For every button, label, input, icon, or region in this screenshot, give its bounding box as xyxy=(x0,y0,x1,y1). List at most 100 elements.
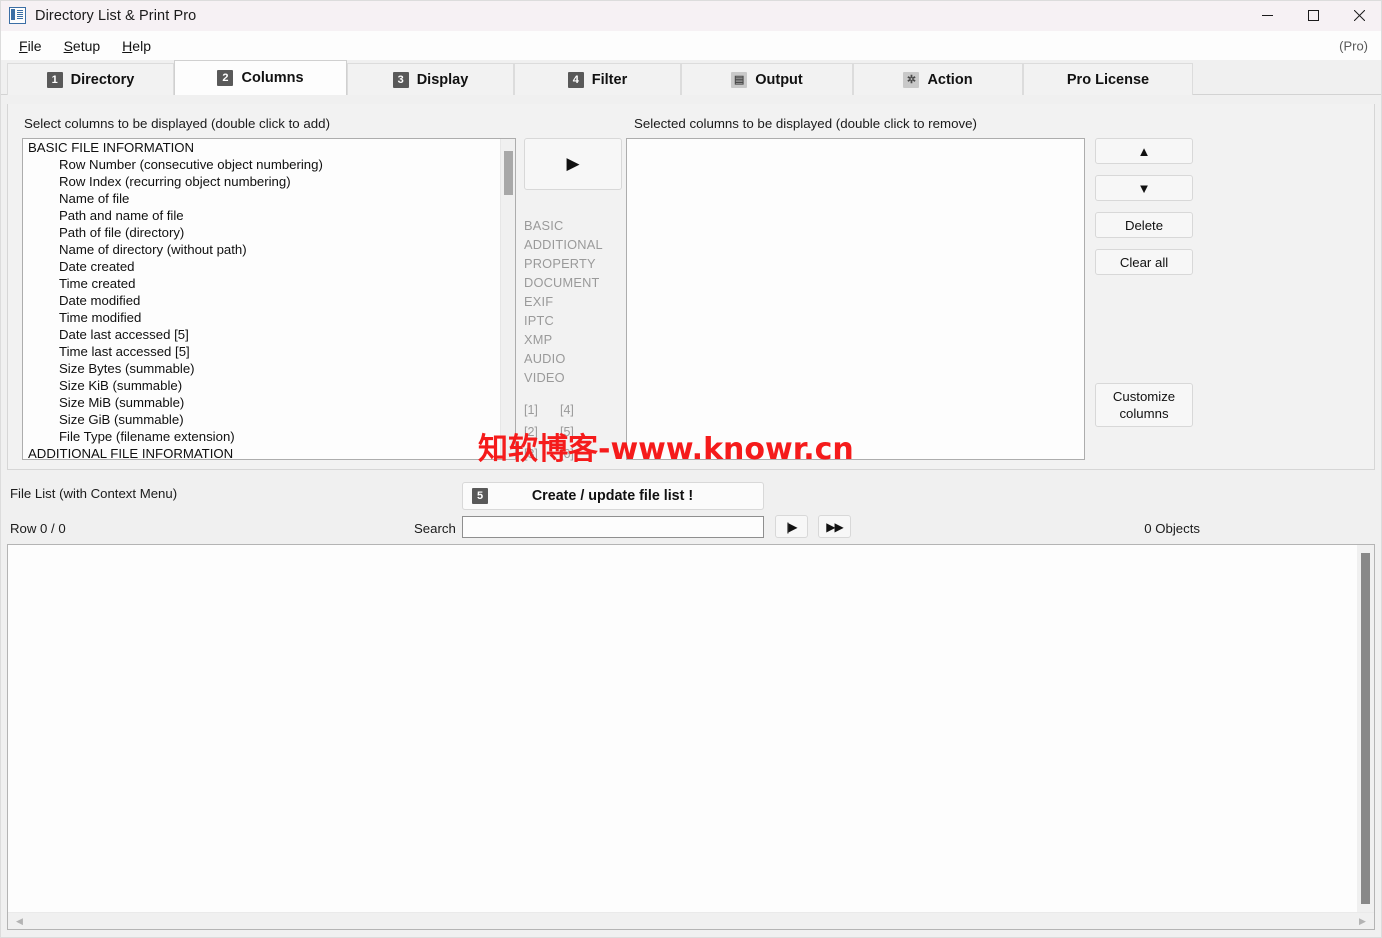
menu-setup[interactable]: Setup xyxy=(53,35,112,57)
available-column-item[interactable]: Row Index (recurring object numbering) xyxy=(23,173,500,190)
available-columns-items: BASIC FILE INFORMATION Row Number (consec… xyxy=(23,139,500,459)
tab-filter[interactable]: 4 Filter xyxy=(514,63,681,95)
available-column-item[interactable]: Path of file (directory) xyxy=(23,224,500,241)
menu-help-accel: H xyxy=(122,37,133,54)
tab-action-label: Action xyxy=(927,71,973,88)
available-column-item[interactable]: Name of directory (without path) xyxy=(23,241,500,258)
category-additional[interactable]: ADDITIONAL xyxy=(524,235,622,254)
footnote-ref-1[interactable]: [1] xyxy=(524,399,546,421)
menu-file-accel: F xyxy=(19,37,28,54)
category-property[interactable]: PROPERTY xyxy=(524,254,622,273)
search-next-button[interactable]: ▶▶ xyxy=(818,515,851,538)
available-column-item[interactable]: Size KiB (summable) xyxy=(23,377,500,394)
tab-directory-badge: 1 xyxy=(46,71,63,88)
customize-columns-button[interactable]: Customize columns xyxy=(1095,383,1193,427)
category-basic[interactable]: BASIC xyxy=(524,216,622,235)
tab-output[interactable]: ▤ Output xyxy=(681,63,853,95)
clear-all-button[interactable]: Clear all xyxy=(1095,249,1193,275)
tab-pro-license[interactable]: Pro License xyxy=(1023,63,1193,95)
available-column-item[interactable]: Size GiB (summable) xyxy=(23,411,500,428)
tab-strip: 1 Directory 2 Columns 3 Display 4 Filter… xyxy=(0,60,1382,95)
file-list-vertical-scrollbar[interactable] xyxy=(1357,545,1374,912)
available-column-item[interactable]: Date modified xyxy=(23,292,500,309)
footnote-ref-6[interactable]: [6] xyxy=(560,443,582,465)
tab-display-label: Display xyxy=(416,71,469,88)
menu-file[interactable]: File xyxy=(8,35,53,57)
chevron-left-icon[interactable]: ◀ xyxy=(11,913,28,929)
tab-columns[interactable]: 2 Columns xyxy=(174,60,347,95)
menu-setup-accel: S xyxy=(63,37,73,54)
footnote-ref-4[interactable]: [4] xyxy=(560,399,582,421)
file-list-horizontal-scrollbar[interactable]: ◀ ▶ xyxy=(8,912,1374,929)
available-column-item[interactable]: Time created xyxy=(23,275,500,292)
search-input[interactable] xyxy=(462,516,764,538)
menu-bar: File Setup Help (Pro) xyxy=(0,31,1382,60)
available-column-item[interactable]: Time last accessed [5] xyxy=(23,343,500,360)
tab-display-badge: 3 xyxy=(392,71,409,88)
selected-columns-items xyxy=(627,139,1069,459)
category-exif[interactable]: EXIF xyxy=(524,292,622,311)
tab-pro-license-label: Pro License xyxy=(1066,71,1150,88)
available-column-item[interactable]: File Type (filename extension) xyxy=(23,428,500,445)
file-list-grid[interactable]: ◀ ▶ xyxy=(7,544,1375,930)
available-columns-scrollbar[interactable] xyxy=(500,139,515,459)
available-column-item[interactable]: Time modified xyxy=(23,309,500,326)
tab-filter-badge: 4 xyxy=(567,71,584,88)
selected-columns-listbox[interactable] xyxy=(626,138,1085,460)
tab-output-label: Output xyxy=(755,71,803,88)
footnote-ref-3[interactable]: [3] xyxy=(524,443,546,465)
tab-directory-label: Directory xyxy=(70,71,135,88)
category-filter-list: BASIC ADDITIONAL PROPERTY DOCUMENT EXIF IPTC X… xyxy=(524,216,622,387)
menu-help[interactable]: Help xyxy=(111,35,162,57)
available-column-item[interactable]: Size Bytes (summable) xyxy=(23,360,500,377)
footnote-ref-2[interactable]: [2] xyxy=(524,421,546,443)
selected-columns-caption: Selected columns to be displayed (double… xyxy=(634,116,977,131)
move-down-button[interactable]: ▼ xyxy=(1095,175,1193,201)
available-column-item[interactable]: BASIC FILE INFORMATION xyxy=(23,139,500,156)
search-first-button[interactable]: |▶ xyxy=(775,515,808,538)
category-document[interactable]: DOCUMENT xyxy=(524,273,622,292)
file-list-label: File List (with Context Menu) xyxy=(10,486,178,501)
available-column-item[interactable]: Date created xyxy=(23,258,500,275)
footnote-reference-list: [1] [4] [2] [5] [3] [6] xyxy=(524,399,622,465)
minimize-icon[interactable] xyxy=(1244,0,1290,31)
add-column-button[interactable]: ▶ xyxy=(524,138,622,190)
available-column-item[interactable]: Size MiB (summable) xyxy=(23,394,500,411)
tab-directory[interactable]: 1 Directory xyxy=(7,63,174,95)
customize-columns-line1: Customize xyxy=(1112,389,1176,404)
bottom-toolbar: File List (with Context Menu) Row 0 / 0 … xyxy=(0,478,1382,544)
available-columns-listbox[interactable]: BASIC FILE INFORMATION Row Number (consec… xyxy=(22,138,516,460)
category-iptc[interactable]: IPTC xyxy=(524,311,622,330)
chevron-right-icon[interactable]: ▶ xyxy=(1354,913,1371,929)
column-order-buttons: ▲ ▼ Delete Clear all Customize columns xyxy=(1095,138,1193,438)
menu-file-rest: ile xyxy=(27,37,42,54)
title-bar: Directory List & Print Pro xyxy=(0,0,1382,31)
available-column-item[interactable]: Date last accessed [5] xyxy=(23,326,500,343)
scrollbar-thumb[interactable] xyxy=(504,151,513,195)
window-title: Directory List & Print Pro xyxy=(35,7,197,24)
objects-count-label: 0 Objects xyxy=(1144,521,1200,536)
maximize-icon[interactable] xyxy=(1290,0,1336,31)
app-document-list-icon xyxy=(9,7,26,24)
available-column-item[interactable]: ADDITIONAL FILE INFORMATION xyxy=(23,445,500,459)
category-video[interactable]: VIDEO xyxy=(524,368,622,387)
tab-columns-badge: 2 xyxy=(217,70,234,86)
delete-button[interactable]: Delete xyxy=(1095,212,1193,238)
tab-action[interactable]: ✲ Action xyxy=(853,63,1023,95)
available-column-item[interactable]: Path and name of file xyxy=(23,207,500,224)
available-column-item[interactable]: Row Number (consecutive object numbering… xyxy=(23,156,500,173)
close-icon[interactable] xyxy=(1336,0,1382,31)
move-up-button[interactable]: ▲ xyxy=(1095,138,1193,164)
transfer-column: ▶ BASIC ADDITIONAL PROPERTY DOCUMENT EXIF IPT… xyxy=(524,138,622,461)
available-column-item[interactable]: Name of file xyxy=(23,190,500,207)
scrollbar-thumb[interactable] xyxy=(1361,553,1370,904)
create-update-file-list-button[interactable]: 5 Create / update file list ! xyxy=(462,482,764,510)
tab-display[interactable]: 3 Display xyxy=(347,63,514,95)
category-xmp[interactable]: XMP xyxy=(524,330,622,349)
available-columns-caption: Select columns to be displayed (double c… xyxy=(24,116,330,131)
search-label: Search xyxy=(414,521,456,536)
footnote-ref-5[interactable]: [5] xyxy=(560,421,582,443)
edition-label: (Pro) xyxy=(1339,38,1368,53)
category-audio[interactable]: AUDIO xyxy=(524,349,622,368)
tab-filter-label: Filter xyxy=(591,71,628,88)
